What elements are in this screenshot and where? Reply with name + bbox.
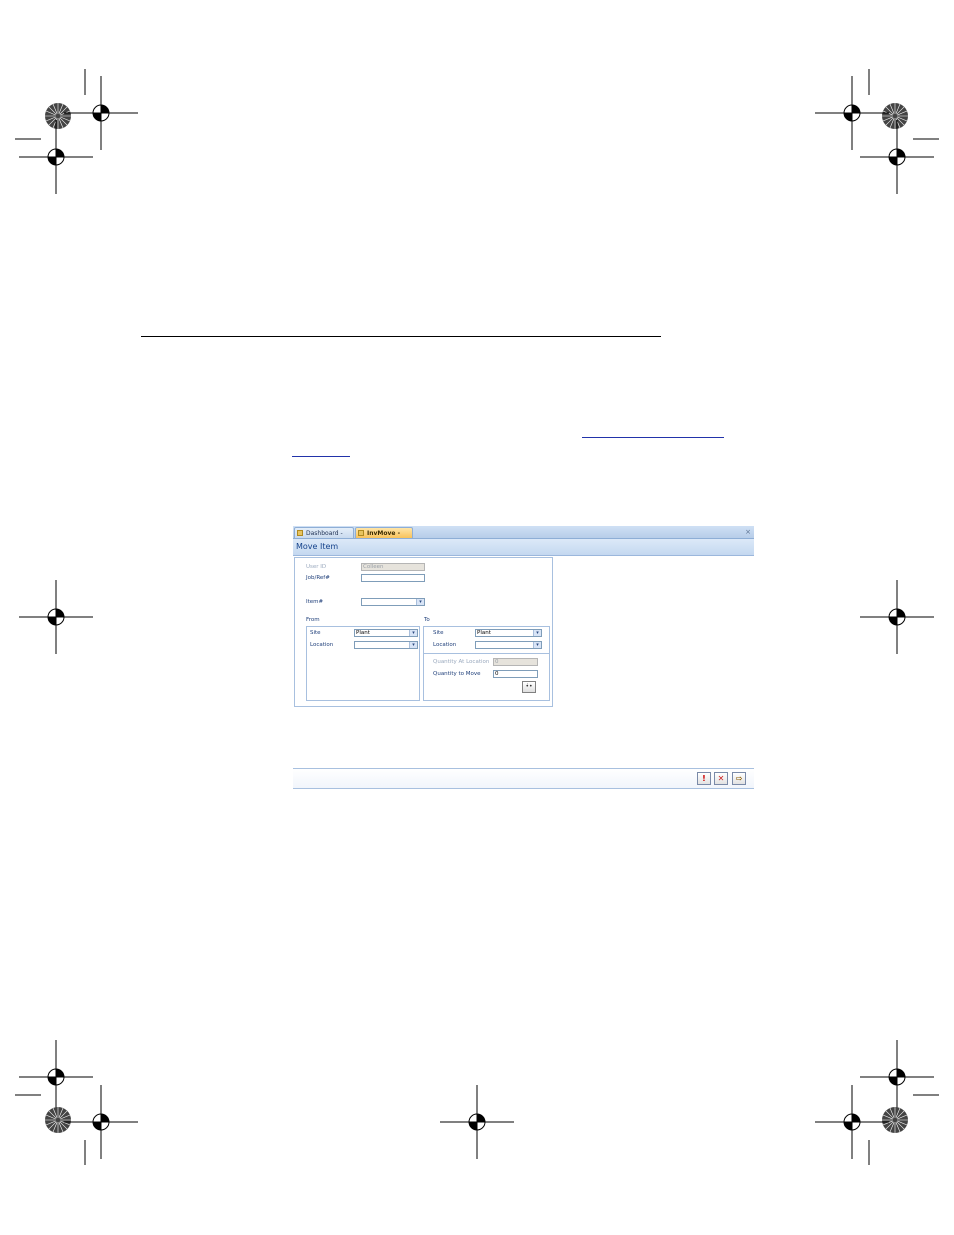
close-x-icon: ✕ — [717, 774, 725, 783]
qty-to-move-input[interactable]: 0 — [493, 670, 538, 678]
user-id-field: Colleen — [361, 563, 425, 571]
to-site-label: Site — [433, 630, 444, 636]
from-group: Site Plant ▾ Location ▾ — [306, 626, 420, 701]
from-location-label: Location — [310, 642, 334, 648]
form-footer-toolbar: ! ✕ ⇨ — [293, 768, 754, 789]
form-icon — [358, 530, 364, 536]
to-label: To — [424, 617, 430, 623]
hyperlink-underline-continued[interactable] — [292, 452, 350, 457]
form-header: Move Item — [293, 539, 754, 556]
item-combo[interactable]: ▾ — [361, 598, 425, 606]
form-title: Move Item — [296, 542, 339, 551]
item-label: Item# — [306, 599, 324, 605]
chevron-down-icon[interactable]: ▾ — [533, 630, 541, 636]
from-location-combo[interactable]: ▾ — [354, 641, 418, 649]
to-site-value: Plant — [477, 630, 491, 636]
move-item-form: User ID Colleen Job/Ref# Item# ▾ From To… — [294, 557, 553, 707]
cancel-button[interactable]: ✕ — [714, 772, 728, 785]
chevron-down-icon[interactable]: ▾ — [533, 642, 541, 648]
job-ref-input[interactable] — [361, 574, 425, 582]
qty-to-move-label: Quantity to Move — [433, 671, 481, 677]
chevron-down-icon[interactable]: ▾ — [416, 599, 424, 605]
access-window: Dashboard - DEMO InvMove - DEMO × Move I… — [293, 526, 754, 790]
divider — [424, 653, 549, 654]
from-site-combo[interactable]: Plant ▾ — [354, 629, 418, 637]
from-site-label: Site — [310, 630, 321, 636]
to-location-combo[interactable]: ▾ — [475, 641, 542, 649]
from-site-value: Plant — [356, 630, 370, 636]
form-icon — [297, 530, 303, 536]
exit-button[interactable]: ⇨ — [732, 772, 746, 785]
user-id-label: User ID — [306, 564, 327, 570]
from-label: From — [306, 617, 320, 623]
job-ref-label: Job/Ref# — [306, 575, 330, 581]
close-tab-icon[interactable]: × — [745, 527, 751, 537]
exclamation-icon: ! — [702, 774, 706, 783]
qty-at-location-label: Quantity At Location — [433, 659, 490, 665]
transfer-button[interactable]: •̇• — [522, 681, 536, 693]
to-site-combo[interactable]: Plant ▾ — [475, 629, 542, 637]
tab-dashboard[interactable]: Dashboard - DEMO — [294, 527, 354, 548]
chevron-down-icon[interactable]: ▾ — [409, 630, 417, 636]
to-location-label: Location — [433, 642, 457, 648]
transfer-icon: •̇• — [525, 683, 533, 690]
execute-button[interactable]: ! — [697, 772, 711, 785]
qty-at-location-field: 0 — [493, 658, 538, 666]
header-rule — [141, 336, 661, 337]
exit-door-icon: ⇨ — [735, 774, 743, 783]
chevron-down-icon[interactable]: ▾ — [409, 642, 417, 648]
to-group: Site Plant ▾ Location ▾ Quantity At Loca… — [423, 626, 550, 701]
hyperlink-underline[interactable] — [582, 433, 724, 438]
tab-invmove[interactable]: InvMove - DEMO — [355, 527, 413, 548]
document-tab-bar: Dashboard - DEMO InvMove - DEMO × — [293, 526, 754, 548]
